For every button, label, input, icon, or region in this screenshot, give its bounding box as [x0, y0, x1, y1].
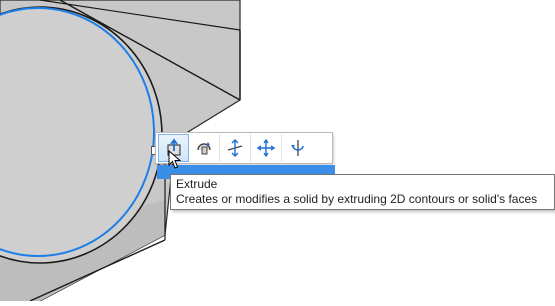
tooltip-description: Creates or modifies a solid by extruding… [176, 192, 538, 206]
move-arrows-icon [256, 138, 276, 158]
rotate-axis-icon [290, 140, 304, 156]
move-button[interactable] [251, 134, 282, 162]
revolve-icon [197, 142, 211, 155]
move-plane-button[interactable] [220, 134, 251, 162]
move-plane-icon [227, 139, 243, 157]
rotate-button[interactable] [282, 134, 313, 162]
mouse-pointer-icon [168, 150, 182, 169]
tooltip: Extrude Creates or modifies a solid by e… [170, 174, 555, 210]
tooltip-title: Extrude [176, 177, 218, 191]
revolve-button[interactable] [189, 134, 220, 162]
